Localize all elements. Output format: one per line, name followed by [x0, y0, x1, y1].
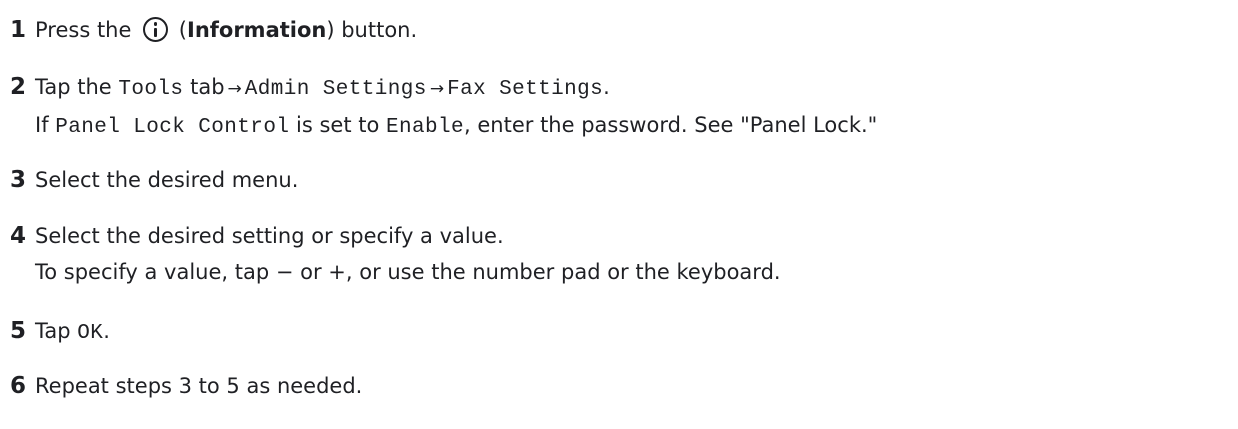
step-number: 3 [10, 167, 27, 193]
step-text: is set to [296, 113, 380, 137]
step-number: 4 [10, 223, 27, 249]
step-6: 6 Repeat steps 3 to 5 as needed. [6, 372, 362, 401]
step-3: 3 Select the desired menu. [6, 166, 298, 195]
step-1: 1 Press the (Information) button. [6, 16, 417, 45]
step-2-line: Tap the Tools tab → Admin Settings → Fax Set… [35, 73, 877, 104]
step-4: 4 Select the desired setting or specify … [6, 222, 781, 287]
step-2-subline: If Panel Lock Control is set to Enable, … [35, 111, 877, 142]
step-6-line: Repeat steps 3 to 5 as needed. [35, 374, 363, 398]
step-text: . [103, 319, 110, 343]
step-4-subline: To specify a value, tap − or +, or use t… [35, 260, 781, 284]
step-number: 6 [10, 373, 27, 399]
info-circle-icon [143, 17, 169, 42]
step-number: 1 [10, 17, 27, 43]
arrow-icon: → [227, 79, 242, 99]
enable-label: Enable [386, 116, 465, 139]
paren: ( [178, 18, 187, 42]
step-3-line: Select the desired menu. [35, 168, 299, 192]
admin-settings-label: Admin Settings [244, 78, 427, 101]
step-number: 2 [10, 74, 27, 100]
step-number: 5 [10, 318, 27, 344]
step-text: Tap the [35, 75, 112, 99]
step-text: Tap [35, 319, 71, 343]
arrow-icon: → [429, 79, 445, 99]
step-text: If [35, 113, 49, 137]
step-4-line: Select the desired setting or specify a … [35, 224, 504, 248]
tools-tab-label: Tools [118, 78, 184, 101]
step-text: tab [190, 75, 225, 99]
step-text: Press the [35, 18, 132, 42]
step-1-line: Press the (Information) button. [35, 16, 417, 45]
step-text: , enter the password. See "Panel Lock." [464, 113, 878, 137]
step-text: ) button. [326, 18, 418, 42]
panel-lock-control-label: Panel Lock Control [55, 116, 290, 139]
step-2: 2 Tap the Tools tab → Admin Settings → Fax S… [6, 73, 877, 142]
step-text: . [603, 75, 610, 99]
information-label: Information [187, 18, 327, 42]
step-5-line: Tap OK. [35, 317, 110, 348]
fax-settings-label: Fax Settings [447, 78, 604, 101]
ok-label: OK [77, 322, 104, 345]
step-5: 5 Tap OK. [6, 317, 110, 348]
